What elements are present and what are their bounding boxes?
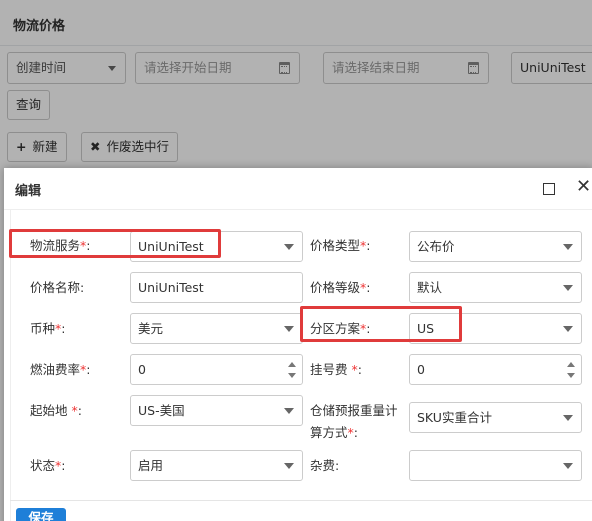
modal-title: 编辑 xyxy=(15,184,42,199)
price-type-select[interactable]: 公布价 xyxy=(409,231,582,262)
price-name-label: 价格名称: xyxy=(30,280,85,295)
highlight-zone-plan xyxy=(300,306,462,342)
currency-value: 美元 xyxy=(138,321,164,336)
currency-label: 币种*: xyxy=(30,321,66,336)
footer-divider xyxy=(10,500,592,501)
status-value: 启用 xyxy=(138,458,164,473)
chevron-down-icon xyxy=(284,244,294,250)
chevron-down-icon xyxy=(284,326,294,332)
misc-fee-select[interactable] xyxy=(409,450,582,481)
spin-down-icon[interactable] xyxy=(288,373,296,378)
price-name-value: UniUniTest xyxy=(138,280,204,295)
chevron-down-icon xyxy=(563,463,573,469)
chevron-down-icon xyxy=(284,463,294,469)
chevron-down-icon xyxy=(563,285,573,291)
spin-up-icon[interactable] xyxy=(288,362,296,367)
price-level-select[interactable]: 默认 xyxy=(409,272,582,303)
close-icon[interactable]: ✕ xyxy=(576,178,591,196)
reg-fee-value: 0 xyxy=(417,362,425,377)
currency-select[interactable]: 美元 xyxy=(130,313,303,344)
status-select[interactable]: 启用 xyxy=(130,450,303,481)
price-type-label: 价格类型*: xyxy=(310,238,371,253)
chevron-down-icon xyxy=(563,326,573,332)
reg-fee-label: 挂号费 *: xyxy=(310,362,362,377)
fuel-rate-label: 燃油费率*: xyxy=(30,362,91,377)
spin-up-icon[interactable] xyxy=(567,362,575,367)
misc-fee-label: 杂费: xyxy=(310,458,340,473)
modal-header: 编辑 ✕ xyxy=(4,168,592,210)
chevron-down-icon xyxy=(284,408,294,414)
origin-value: US-美国 xyxy=(138,403,185,418)
highlight-service xyxy=(9,229,221,258)
price-type-value: 公布价 xyxy=(417,239,455,254)
price-level-label: 价格等级*: xyxy=(310,280,371,295)
status-label: 状态*: xyxy=(30,458,66,473)
fuel-rate-value: 0 xyxy=(138,362,146,377)
weight-method-label: 仓储预报重量计 算方式*: xyxy=(310,403,398,440)
chevron-down-icon xyxy=(563,244,573,250)
fuel-rate-input[interactable]: 0 xyxy=(130,354,303,385)
weight-method-select[interactable]: SKU实重合计 xyxy=(409,402,582,433)
save-button[interactable]: 保存 xyxy=(16,508,66,521)
price-name-input[interactable]: UniUniTest xyxy=(130,272,303,303)
origin-select[interactable]: US-美国 xyxy=(130,395,303,426)
reg-fee-input[interactable]: 0 xyxy=(409,354,582,385)
spin-down-icon[interactable] xyxy=(567,373,575,378)
save-label: 保存 xyxy=(28,510,54,521)
maximize-icon[interactable] xyxy=(543,183,555,195)
weight-method-value: SKU实重合计 xyxy=(417,410,492,425)
chevron-down-icon xyxy=(563,415,573,421)
price-level-value: 默认 xyxy=(417,280,443,295)
origin-label: 起始地 *: xyxy=(30,403,82,418)
